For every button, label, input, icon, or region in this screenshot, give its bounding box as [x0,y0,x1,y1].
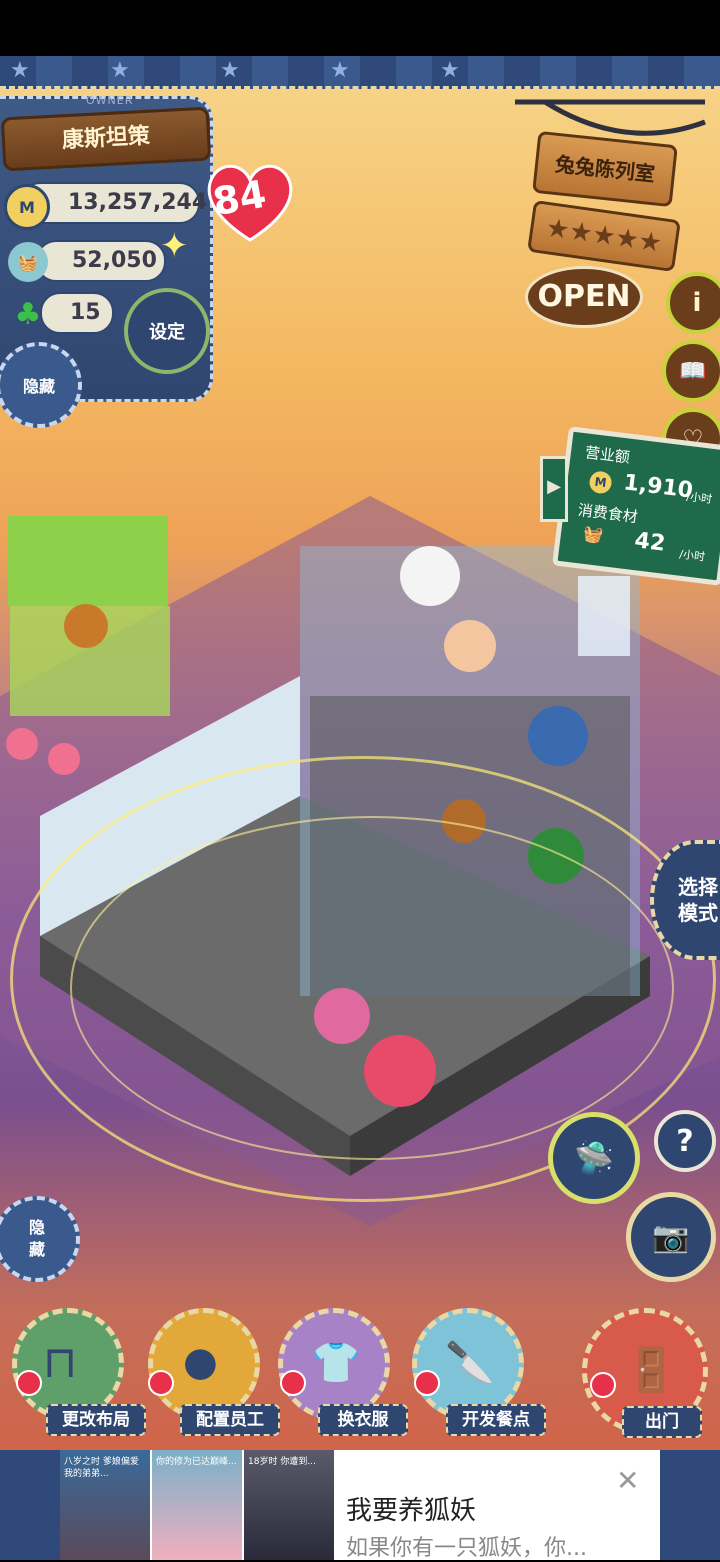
star-icon: ★★★★★ [544,213,664,259]
revenue-label: 营业额 [584,443,631,467]
food-value: 42 [633,528,667,557]
settings-button[interactable]: 设定 [124,288,210,374]
book-button[interactable]: 📖 [662,340,720,402]
game-scene[interactable]: ★ ★ ★ ★ ★ OWNER 康斯坦策 84 13,257,244 M 52,… [0,56,720,1450]
coin-icon: M [4,184,50,230]
change-layout-label: 更改布局 [46,1404,146,1436]
info-icon: i [692,288,702,318]
clover-stat: 15 [40,292,114,334]
clover-icon: ♣ [14,296,42,332]
info-button[interactable]: i [666,272,720,334]
status-bar [0,0,720,56]
revenue-value: 1,910 [622,470,695,504]
owner-name[interactable]: 康斯坦策 [0,106,212,172]
table-icon: ⊓ [43,1337,78,1388]
ad-thumb: 你的修为已达巅峰... [152,1450,242,1560]
book-icon: 📖 [679,358,707,384]
ingredient-value: 52,050 [72,248,157,273]
develop-dish-label: 开发餐点 [446,1404,546,1436]
ad-thumb: 18岁时 你遭到... [244,1450,334,1560]
help-button[interactable]: ? [654,1110,716,1172]
food-unit: /小时 [678,547,706,564]
ad-thumb-text: 18岁时 你遭到... [248,1457,316,1467]
ad-title: 我要养狐妖 [346,1496,477,1526]
ad-thumb-text: 你的修为已达巅峰... [156,1457,237,1467]
selection-ring-inner [70,816,674,1160]
hide-bottom-label: 隐 藏 [28,1218,45,1259]
ingredient-stat: 52,050 [36,240,166,282]
door-icon: 🚪 [625,1345,678,1394]
close-icon[interactable]: ✕ [616,1464,639,1497]
hide-label: 隐藏 [22,377,55,396]
camera-icon: 📷 [652,1219,690,1255]
coin-icon: M [588,470,613,495]
owner-tag: OWNER [86,94,134,107]
open-status: OPEN [537,279,631,314]
pin-icon [16,1370,42,1396]
camera-button[interactable]: 📷 [626,1192,716,1282]
basket-icon: 🧺 [582,523,605,546]
ufo-icon: 🛸 [574,1139,614,1177]
knife-icon: 🔪 [445,1340,495,1386]
pin-icon [280,1370,306,1396]
food-label: 消费食材 [576,500,639,527]
business-info-board: 营业额 M 1,910 /小时 消费食材 🧺 42 /小时 [552,426,720,586]
level-number: 84 [209,171,270,225]
ad-thumb-text: 八岁之时 爹娘偏爱我的弟弟... [64,1457,139,1479]
ingredient-basket-icon: 🧺 [8,242,48,282]
clover-value: 15 [70,300,101,325]
pin-icon [414,1370,440,1396]
ufo-button[interactable]: 🛸 [548,1112,640,1204]
go-out-label: 出门 [622,1406,702,1438]
sparkle-icon: ✦ [160,226,189,266]
ad-description: 如果你有一只狐妖，你... [346,1536,587,1561]
pin-icon [590,1372,616,1398]
ad-thumb: 八岁之时 爹娘偏爱我的弟弟... [60,1450,150,1560]
ad-banner[interactable]: 八岁之时 爹娘偏爱我的弟弟... 你的修为已达巅峰... 18岁时 你遭到...… [60,1450,660,1561]
staff-label: 配置员工 [180,1404,280,1436]
hide-top-button[interactable]: 隐藏 [0,342,82,428]
help-icon: ? [676,1123,694,1159]
shirt-icon: 👕 [311,1340,361,1386]
revenue-unit: /小时 [685,490,713,507]
shop-name: 兔兔陈列室 [554,151,656,187]
pin-icon [148,1370,174,1396]
select-mode-label: 选择 模式 [678,875,718,925]
clothes-label: 换衣服 [318,1404,408,1436]
collapse-arrow-icon[interactable]: ▶ [540,456,568,522]
bear-icon: ● [183,1339,218,1385]
open-sign: OPEN [525,266,643,328]
settings-label: 设定 [149,322,185,343]
money-value: 13,257,244 [68,190,208,215]
